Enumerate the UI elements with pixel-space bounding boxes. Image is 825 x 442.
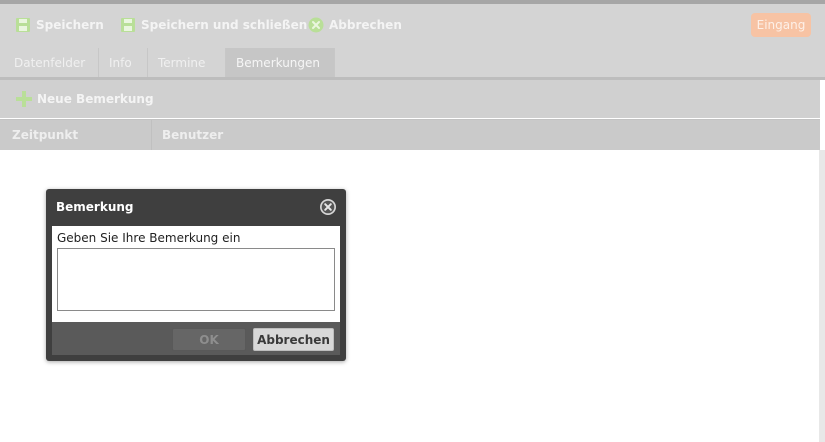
dialog-body: Geben Sie Ihre Bemerkung ein (52, 226, 340, 322)
dialog-footer: OK Abbrechen (52, 322, 340, 355)
column-header-benutzer[interactable]: Benutzer (152, 120, 452, 150)
cancel-button[interactable]: Abbrechen (308, 16, 402, 34)
table-header: Zeitpunkt Benutzer (0, 119, 820, 150)
tab-bemerkungen[interactable]: Bemerkungen (226, 48, 335, 77)
ok-button[interactable]: OK (172, 328, 246, 351)
dialog-cancel-button[interactable]: Abbrechen (253, 328, 334, 351)
main-toolbar: Speichern Speichern und schließen Abbrec… (0, 4, 825, 46)
save-and-close-button[interactable]: Speichern und schließen (120, 16, 307, 34)
tab-datenfelder[interactable]: Datenfelder (2, 48, 99, 77)
note-dialog: Bemerkung Geben Sie Ihre Bemerkung ein O… (46, 189, 346, 361)
new-note-button[interactable]: Neue Bemerkung (15, 90, 154, 108)
tab-bar: Datenfelder Info Termine Bemerkungen (0, 46, 825, 77)
cancel-label: Abbrechen (329, 18, 402, 32)
notes-toolbar: Neue Bemerkung (0, 80, 820, 118)
dialog-close-button[interactable] (319, 198, 337, 216)
app-window: Speichern Speichern und schließen Abbrec… (0, 0, 825, 442)
plus-icon (16, 91, 32, 107)
save-button[interactable]: Speichern (15, 16, 104, 34)
dialog-title: Bemerkung (56, 200, 134, 214)
save-and-close-label: Speichern und schließen (141, 18, 308, 32)
save-label: Speichern (36, 18, 104, 32)
tab-info[interactable]: Info (99, 48, 148, 77)
floppy-disk-icon (16, 18, 30, 32)
new-note-label: Neue Bemerkung (37, 92, 154, 106)
dialog-prompt: Geben Sie Ihre Bemerkung ein (57, 231, 241, 245)
tab-termine[interactable]: Termine (148, 48, 226, 77)
cancel-circle-icon (308, 17, 324, 33)
floppy-disk-icon (121, 18, 135, 32)
status-badge[interactable]: Eingang (751, 13, 811, 37)
scrollbar-track[interactable] (819, 150, 825, 442)
close-icon (320, 199, 336, 215)
column-header-zeitpunkt[interactable]: Zeitpunkt (0, 120, 152, 150)
note-input[interactable] (57, 248, 335, 311)
